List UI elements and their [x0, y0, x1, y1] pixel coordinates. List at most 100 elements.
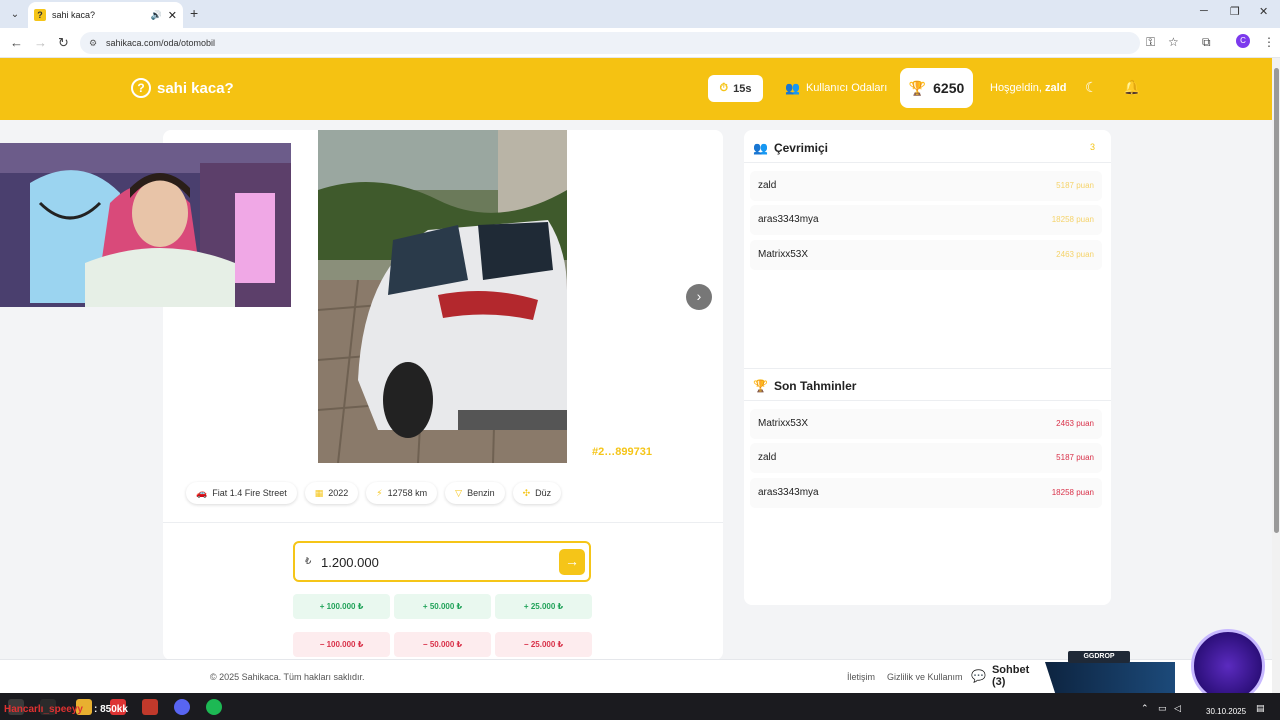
clock-date: 30.10.2025 — [1206, 707, 1247, 716]
subtract-100000-button[interactable]: − 100.000 ₺ — [293, 632, 390, 657]
spec-model: 🚗 Fiat 1.4 Fire Street — [186, 482, 297, 504]
tray-chevron-icon[interactable]: ⌃ — [1141, 703, 1149, 714]
url-field[interactable]: ⚙ sahikaca.com/oda/otomobil — [80, 32, 1140, 54]
add-100000-button[interactable]: + 100.000 ₺ — [293, 594, 390, 619]
trophy-icon: 🏆 — [908, 79, 927, 96]
contact-link[interactable]: İletişim — [847, 672, 875, 682]
privacy-link[interactable]: Gizlilik ve Kullanım — [887, 672, 963, 682]
browser-tab-strip: ⌄ ? sahi kaca? 🔊 ✕ + ─ ❐ ✕ — [0, 0, 1280, 28]
spec-fuel: ▽ Benzin — [445, 482, 505, 504]
speaker-icon[interactable]: 🔊 — [151, 10, 162, 21]
user-rooms-link[interactable]: 👥 Kullanıcı Odaları — [785, 81, 887, 95]
windows-taskbar — [0, 693, 1280, 720]
question-circle-icon: ? — [131, 78, 151, 98]
minimize-icon[interactable]: ─ — [1200, 5, 1208, 17]
add-50000-button[interactable]: + 50.000 ₺ — [394, 594, 491, 619]
next-photo-button[interactable]: › — [686, 284, 712, 310]
spec-transmission: ✣ Düz — [512, 482, 562, 504]
recent-top-divider — [744, 368, 1111, 369]
ticker-amount: : 850kk — [94, 704, 128, 715]
recent-divider — [744, 400, 1111, 401]
price-guess-input[interactable]: ₺ 1.200.000 → — [293, 541, 591, 582]
spec-mileage: ⚡ 12758 km — [366, 482, 438, 504]
tab-list-chevron-icon[interactable]: ⌄ — [6, 5, 24, 23]
webcam-overlay — [0, 143, 291, 307]
back-icon[interactable]: ← — [10, 35, 23, 50]
recent-guess-row: aras3343mya 18258 puan — [750, 478, 1102, 508]
subtract-25000-button[interactable]: − 25.000 ₺ — [495, 632, 592, 657]
profile-avatar[interactable]: C — [1236, 34, 1250, 48]
chat-bubble-icon: 💬 — [971, 669, 986, 683]
address-bar-row: ← → ↻ ⚙ sahikaca.com/oda/otomobil ⚿ ☆ ⧉ … — [0, 28, 1280, 58]
recent-header: 🏆 Son Tahminler — [753, 379, 856, 393]
close-tab-icon[interactable]: ✕ — [168, 9, 177, 22]
online-user-row[interactable]: Matrixx53X 2463 puan — [750, 240, 1102, 270]
recent-guess-row: zald 5187 puan — [750, 443, 1102, 473]
stopwatch-icon: ⏱ — [719, 82, 729, 94]
online-count: 3 — [1090, 142, 1096, 152]
restore-icon[interactable]: ❐ — [1230, 5, 1240, 18]
password-key-icon[interactable]: ⚿ — [1146, 35, 1155, 50]
spec-year: ▦ 2022 — [304, 482, 359, 504]
online-user-row[interactable]: aras3343mya 18258 puan — [750, 205, 1102, 235]
copyright-text: © 2025 Sahikaca. Tüm hakları saklıdır. — [210, 672, 365, 682]
close-window-icon[interactable]: ✕ — [1259, 5, 1268, 18]
scrollbar-thumb[interactable] — [1274, 68, 1279, 533]
site-logo[interactable]: ? sahi kaca? — [131, 78, 234, 98]
calendar-icon: ▦ — [314, 487, 324, 498]
url-text: sahikaca.com/oda/otomobil — [106, 38, 216, 48]
recent-guess-row: Matrixx53X 2463 puan — [750, 409, 1102, 439]
timer-badge: ⏱ 15s — [708, 75, 763, 102]
tab-title: sahi kaca? — [52, 10, 96, 20]
site-favicon-icon: ? — [34, 9, 46, 21]
online-user-row[interactable]: zald 5187 puan — [750, 171, 1102, 201]
stream-emblem — [1191, 629, 1265, 703]
bell-icon[interactable]: 🔔 — [1123, 79, 1140, 96]
extensions-icon[interactable]: ⧉ — [1202, 35, 1211, 50]
score-value: 6250 — [933, 80, 965, 96]
users-icon: 👥 — [785, 81, 800, 95]
welcome-text: Hoşgeldin, zald — [990, 82, 1067, 94]
online-divider — [744, 162, 1111, 163]
new-tab-button[interactable]: + — [190, 5, 198, 21]
discord-icon[interactable] — [174, 699, 190, 715]
menu-dots-icon[interactable]: ⋮ — [1263, 35, 1275, 49]
gauge-icon: ⚡ — [376, 487, 383, 498]
ggdrop-badge: GGDROP — [1068, 651, 1130, 663]
app-icon[interactable] — [142, 699, 158, 715]
submit-guess-button[interactable]: → — [559, 549, 585, 575]
car-photo — [318, 130, 567, 463]
chat-button[interactable]: 💬 Sohbet (3) — [963, 661, 1045, 691]
volume-icon[interactable]: ◁ — [1174, 703, 1181, 714]
add-25000-button[interactable]: + 25.000 ₺ — [495, 594, 592, 619]
user-rooms-label: Kullanıcı Odaları — [805, 82, 888, 94]
card-divider — [163, 522, 723, 523]
notifications-icon[interactable]: ▤ — [1256, 703, 1265, 714]
online-header: 👥 Çevrimiçi — [753, 141, 828, 155]
trophy-icon: 🏆 — [753, 379, 768, 393]
forward-icon[interactable]: → — [34, 35, 47, 50]
site-info-icon[interactable]: ⚙ — [89, 38, 97, 49]
moon-icon[interactable]: ☾ — [1085, 79, 1098, 96]
recent-title: Son Tahminler — [773, 379, 857, 393]
listing-id: #2…899731 — [592, 446, 652, 458]
guess-value[interactable]: 1.200.000 — [321, 555, 379, 570]
username: zald — [1045, 82, 1067, 94]
score-badge: 🏆 6250 — [900, 68, 973, 108]
car-icon: 🚗 — [196, 487, 208, 498]
ticker-name: Hancarlı_speeyy — [4, 704, 83, 715]
fuel-icon: ▽ — [455, 487, 463, 498]
gear-icon: ✣ — [522, 487, 531, 498]
currency-symbol: ₺ — [305, 556, 312, 567]
site-header: ? sahi kaca? ⏱ 15s 👥 Kullanıcı Odaları 🏆… — [0, 58, 1272, 120]
network-icon[interactable]: ▭ — [1158, 703, 1167, 714]
logo-text: sahi kaca? — [157, 79, 234, 97]
online-title: Çevrimiçi — [773, 141, 828, 155]
bookmark-star-icon[interactable]: ☆ — [1168, 35, 1179, 49]
browser-tab[interactable]: ? sahi kaca? 🔊 ✕ — [28, 2, 183, 28]
users-icon: 👥 — [753, 141, 768, 155]
reload-icon[interactable]: ↻ — [58, 35, 69, 51]
subtract-50000-button[interactable]: − 50.000 ₺ — [394, 632, 491, 657]
spotify-icon[interactable] — [206, 699, 222, 715]
timer-value: 15s — [733, 82, 752, 95]
